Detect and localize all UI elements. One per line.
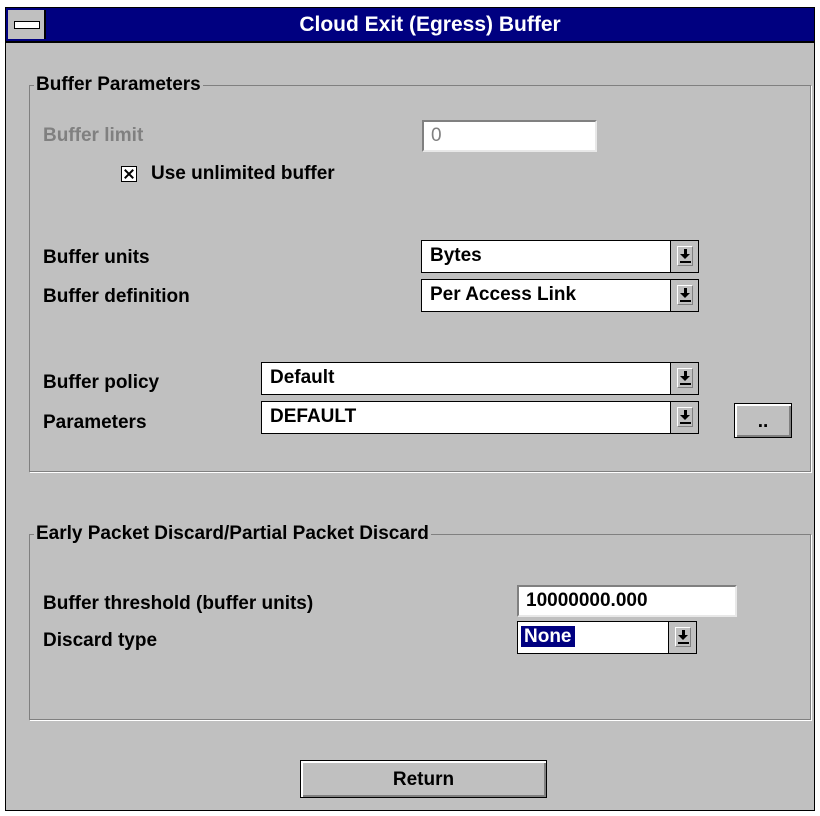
chevron-down-icon[interactable]: [670, 241, 698, 272]
discard-type-value: None: [520, 625, 576, 648]
title-bar: Cloud Exit (Egress) Buffer: [6, 8, 814, 43]
chevron-down-icon[interactable]: [670, 280, 698, 311]
buffer-parameters-group: Buffer Parameters Buffer limit 0 Use unl…: [29, 73, 811, 472]
parameters-dropdown[interactable]: DEFAULT: [261, 401, 699, 434]
parameters-ellipsis-button[interactable]: ..: [734, 403, 792, 438]
buffer-policy-label: Buffer policy: [43, 372, 160, 393]
buffer-definition-value: Per Access Link: [430, 284, 577, 305]
parameters-value: DEFAULT: [270, 406, 357, 427]
buffer-limit-input[interactable]: 0: [422, 120, 597, 152]
use-unlimited-buffer-checkbox[interactable]: [121, 166, 137, 182]
discard-type-label: Discard type: [43, 630, 158, 651]
buffer-units-value: Bytes: [430, 245, 482, 266]
buffer-policy-value: Default: [270, 367, 335, 388]
buffer-threshold-input[interactable]: 10000000.000: [517, 585, 737, 617]
use-unlimited-buffer-label: Use unlimited buffer: [151, 163, 335, 184]
buffer-parameters-group-label: Buffer Parameters: [34, 73, 203, 97]
window-title: Cloud Exit (Egress) Buffer: [299, 13, 561, 36]
epd-ppd-group-label: Early Packet Discard/Partial Packet Disc…: [34, 522, 431, 546]
epd-ppd-group: Early Packet Discard/Partial Packet Disc…: [29, 522, 811, 720]
buffer-threshold-label: Buffer threshold (buffer units): [43, 593, 314, 614]
buffer-definition-dropdown[interactable]: Per Access Link: [421, 279, 699, 312]
buffer-units-label: Buffer units: [43, 247, 150, 268]
buffer-limit-label: Buffer limit: [43, 125, 144, 146]
chevron-down-icon[interactable]: [668, 622, 696, 653]
dialog-window: Cloud Exit (Egress) Buffer Buffer Parame…: [5, 7, 815, 811]
buffer-policy-dropdown[interactable]: Default: [261, 362, 699, 395]
buffer-definition-label: Buffer definition: [43, 286, 190, 307]
parameters-label: Parameters: [43, 412, 147, 433]
chevron-down-icon[interactable]: [670, 402, 698, 433]
return-button[interactable]: Return: [300, 760, 547, 798]
chevron-down-icon[interactable]: [670, 363, 698, 394]
discard-type-dropdown[interactable]: None: [517, 621, 697, 654]
system-menu-icon[interactable]: [8, 10, 46, 39]
buffer-units-dropdown[interactable]: Bytes: [421, 240, 699, 273]
